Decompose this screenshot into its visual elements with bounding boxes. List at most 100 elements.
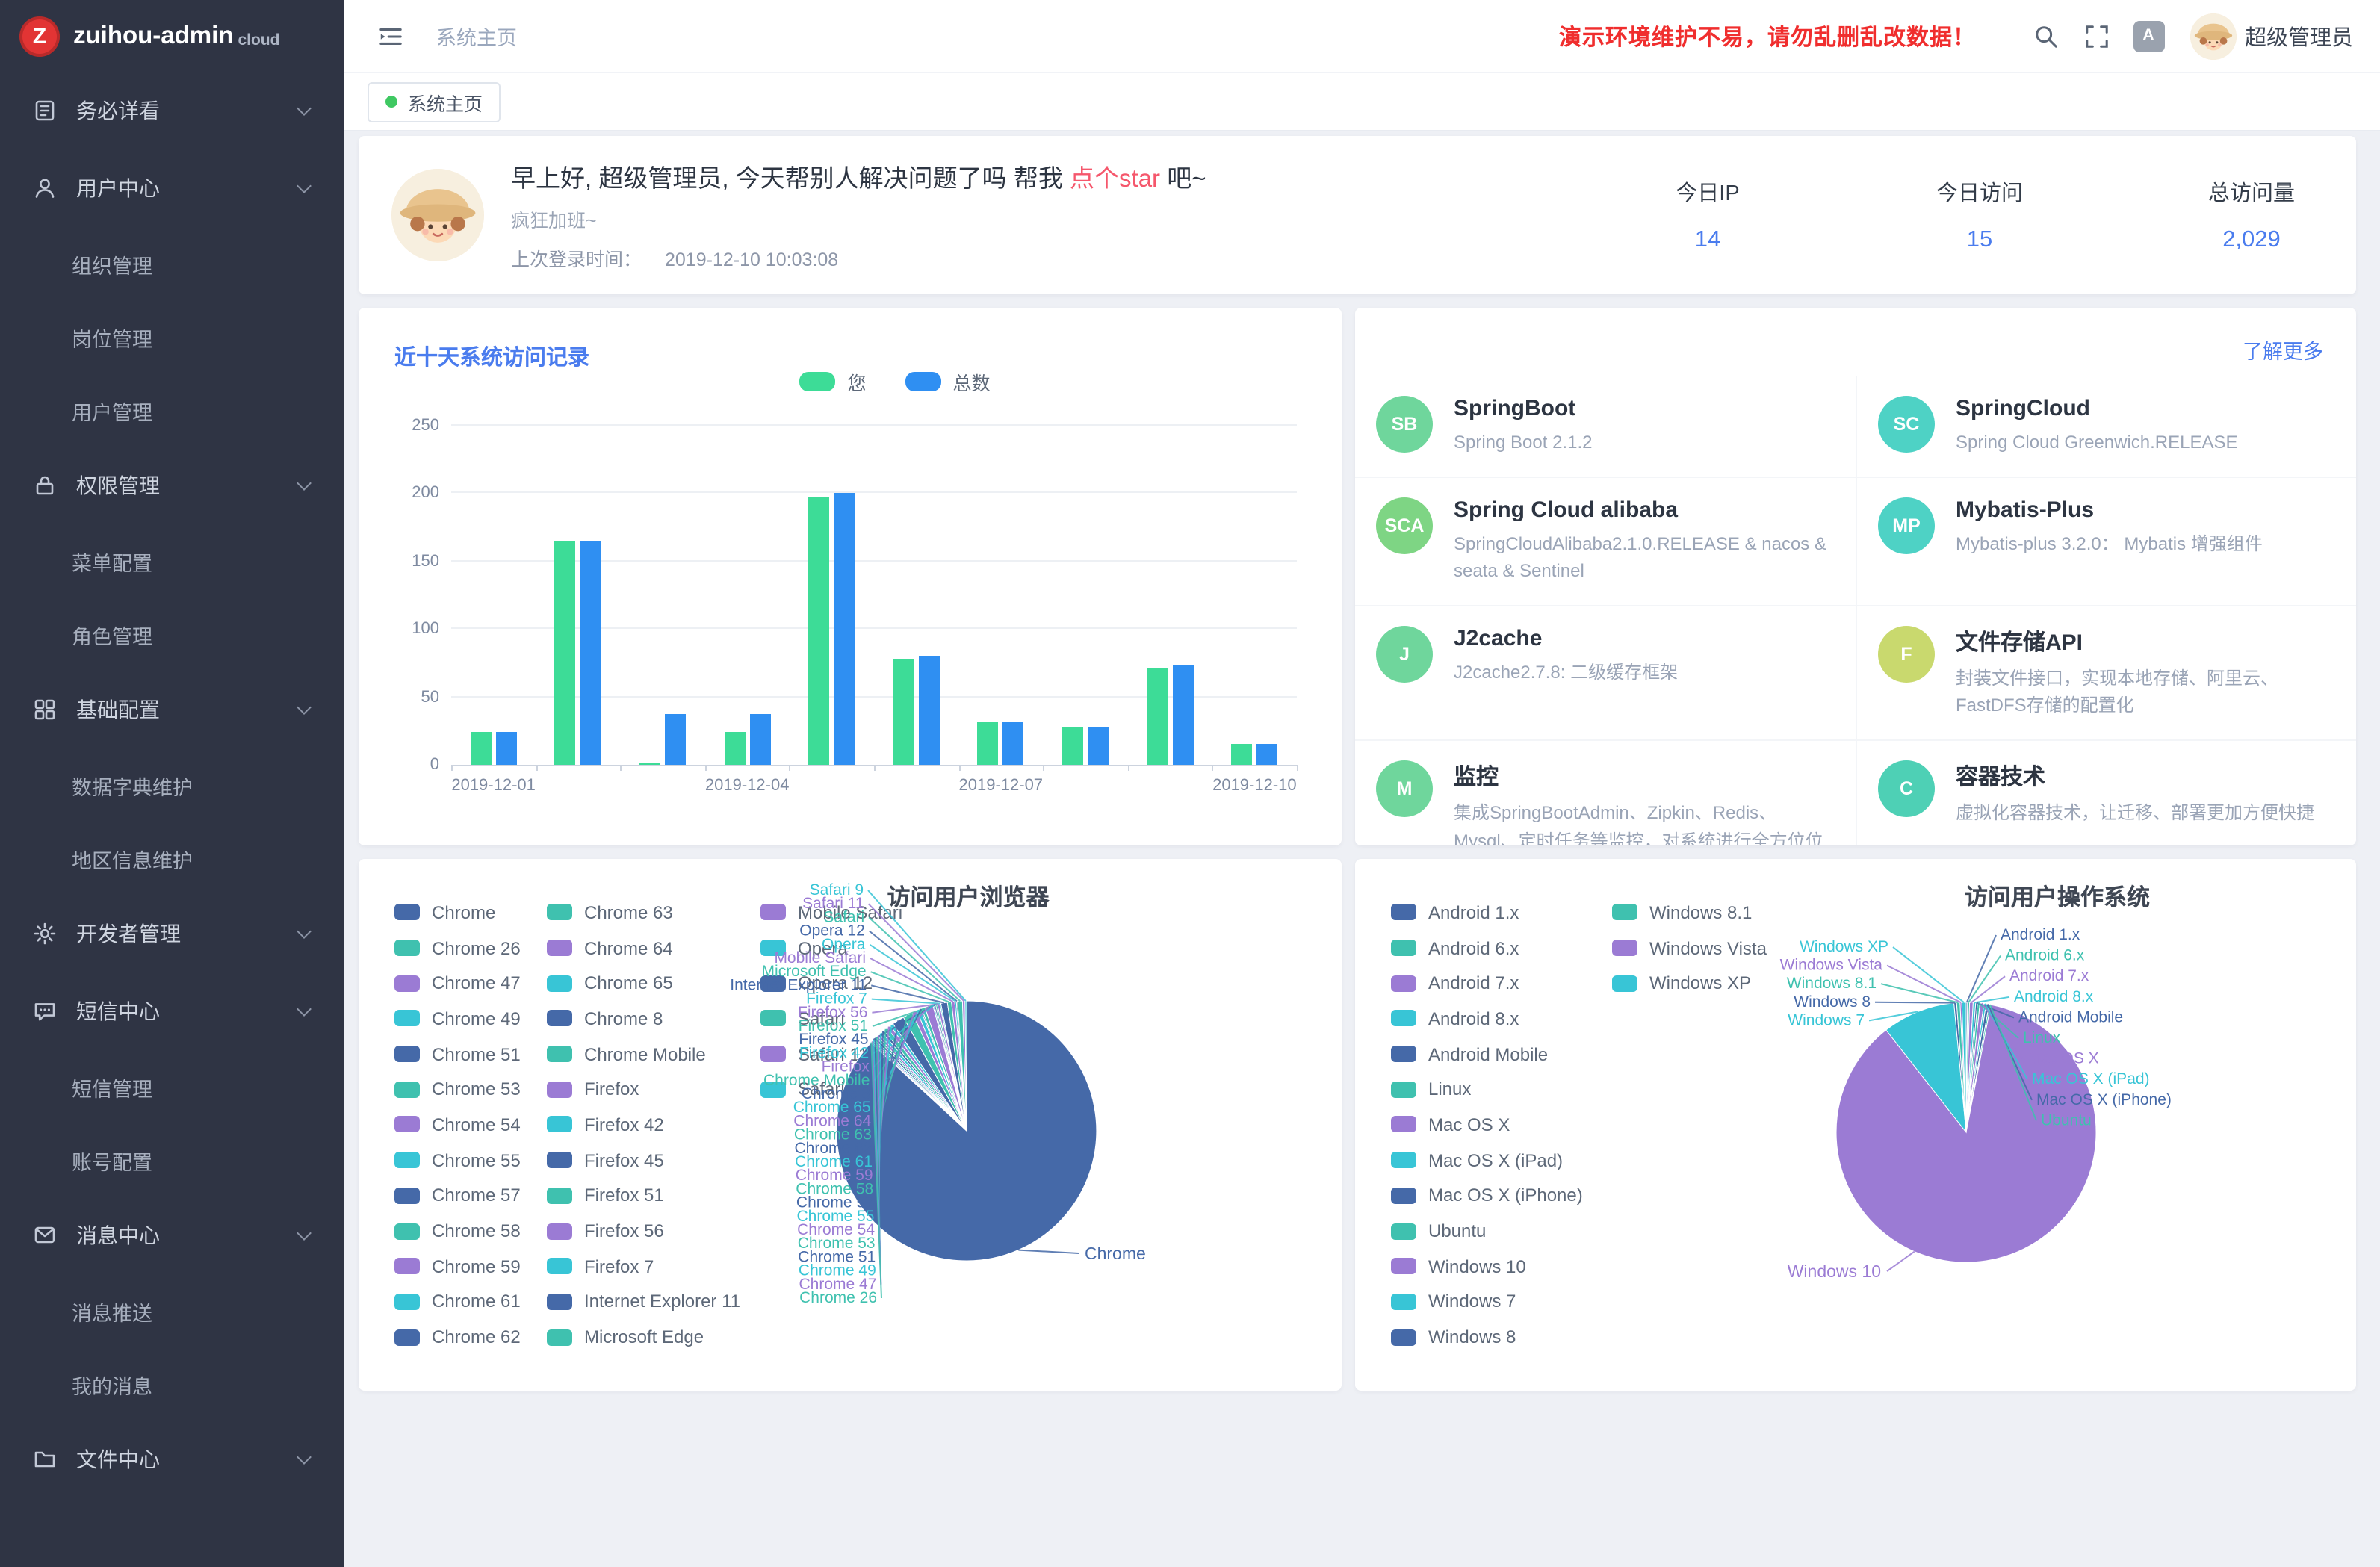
sidebar-subitem-label: 岗位管理 xyxy=(72,322,152,352)
framework-avatar: F xyxy=(1878,626,1935,683)
topbar: 系统主页 演示环境维护不易，请勿乱删乱改数据！ A xyxy=(344,0,2380,72)
avatar[interactable] xyxy=(2190,13,2236,59)
sidebar-subitem-[interactable]: 短信管理 xyxy=(0,1050,344,1123)
tabbar: 系统主页 xyxy=(344,72,2380,131)
framework-avatar: J xyxy=(1376,626,1433,683)
axis-tick xyxy=(536,765,537,771)
sidebar-item-label: 短信中心 xyxy=(76,996,299,1026)
sidebar-item-[interactable]: 开发者管理 xyxy=(0,895,344,972)
framework-title: 文件存储API xyxy=(1956,626,2329,657)
sidebar-subitem-[interactable]: 地区信息维护 xyxy=(0,822,344,895)
user-icon xyxy=(33,176,57,200)
sidebar-item-label: 务必详看 xyxy=(76,96,299,125)
bar-group xyxy=(451,426,536,765)
axis-tick xyxy=(705,765,707,771)
sidebar-subitem-[interactable]: 岗位管理 xyxy=(0,300,344,373)
framework-text: 监控集成SpringBootAdmin、Zipkin、Redis、Mysql、定… xyxy=(1454,760,1829,845)
framework-text: 文件存储API 封装文件接口，实现本地存储、阿里云、FastDFS存储的配置化 xyxy=(1956,626,2329,720)
framework-item: M监控集成SpringBootAdmin、Zipkin、Redis、Mysql、… xyxy=(1355,741,1856,845)
sidebar-item-[interactable]: 用户中心 xyxy=(0,149,344,227)
framework-item: F 文件存储API 封装文件接口，实现本地存储、阿里云、FastDFS存储的配置化 xyxy=(1856,606,2356,741)
pie-callout-label: Windows 7 xyxy=(1788,1011,1865,1028)
pie-callout-line xyxy=(1018,1250,1079,1253)
bar-yours xyxy=(808,497,829,765)
y-axis-label: 0 xyxy=(382,756,439,774)
stat-today-visits: 今日访问 15 xyxy=(1932,176,2027,254)
sidebar-subitem-[interactable]: 组织管理 xyxy=(0,227,344,300)
tab-active-dot xyxy=(385,96,397,108)
sidebar-subitem-[interactable]: 用户管理 xyxy=(0,373,344,447)
axis-tick xyxy=(620,765,622,771)
username[interactable]: 超级管理员 xyxy=(2245,20,2353,52)
last-login-time: 2019-12-10 10:03:08 xyxy=(665,249,838,270)
fullscreen-icon[interactable] xyxy=(2082,21,2112,51)
framework-title: 容器技术 xyxy=(1956,760,2314,792)
sidebar-item-[interactable]: 基础配置 xyxy=(0,671,344,748)
axis-tick xyxy=(874,765,876,771)
visits-bar-chart-card: 近十天系统访问记录 您 总数 0501001502002502019-12-01… xyxy=(359,308,1342,845)
framework-desc: SpringCloudAlibaba2.1.0.RELEASE & nacos … xyxy=(1454,530,1829,585)
greeting-suffix: 吧~ xyxy=(1160,166,1206,193)
framework-title: 监控 xyxy=(1454,760,1829,792)
sidebar-subitem-[interactable]: 消息推送 xyxy=(0,1274,344,1347)
bar-yours xyxy=(555,541,576,765)
stat-value: 14 xyxy=(1660,227,1755,254)
legend-item-yours[interactable]: 您 xyxy=(799,367,866,396)
logo[interactable]: Z zuihou-admin cloud xyxy=(0,0,344,72)
book-icon xyxy=(33,99,57,122)
framework-desc: Mybatis-plus 3.2.0： Mybatis 增强组件 xyxy=(1956,530,2263,557)
sidebar-subitem-label: 菜单配置 xyxy=(72,546,152,576)
row-1: 近十天系统访问记录 您 总数 0501001502002502019-12-01… xyxy=(359,308,2356,845)
y-axis-label: 200 xyxy=(382,485,439,503)
framework-item: SBSpringBootSpring Boot 2.1.2 xyxy=(1355,376,1856,477)
sidebar-item-[interactable]: 文件中心 xyxy=(0,1421,344,1498)
bar-yours xyxy=(471,732,492,765)
sidebar-item-[interactable]: 消息中心 xyxy=(0,1197,344,1274)
main-area: 系统主页 演示环境维护不易，请勿乱删乱改数据！ A xyxy=(344,0,2380,1567)
stat-label: 总访问量 xyxy=(2204,176,2299,208)
chevron-down-icon xyxy=(297,1225,312,1240)
legend-item-total[interactable]: 总数 xyxy=(905,367,991,396)
last-login-label: 上次登录时间： xyxy=(511,249,642,270)
sidebar-subitem-label: 地区信息维护 xyxy=(72,843,193,873)
sidebar-subitem-[interactable]: 角色管理 xyxy=(0,598,344,671)
bar-yours xyxy=(639,763,660,765)
bar-yours xyxy=(978,722,999,765)
sidebar-subitem-[interactable]: 我的消息 xyxy=(0,1347,344,1421)
pie-callout-line xyxy=(1893,947,1964,1002)
sidebar-item-[interactable]: 务必详看 xyxy=(0,72,344,149)
pie-callout-label: Android 7.x xyxy=(2009,967,2089,984)
pie-callout-label: Mac OS X xyxy=(2027,1050,2099,1067)
framework-text: Mybatis-PlusMybatis-plus 3.2.0： Mybatis … xyxy=(1956,497,2263,585)
chevron-down-icon xyxy=(297,475,312,490)
font-size-icon[interactable]: A xyxy=(2133,20,2164,52)
tab-system-home[interactable]: 系统主页 xyxy=(368,81,501,122)
sidebar-subitem-label: 用户管理 xyxy=(72,395,152,425)
menu-collapse-icon[interactable] xyxy=(375,21,405,51)
content: 早上好, 超级管理员, 今天帮别人解决问题了吗 帮我 点个star 吧~ 疯狂加… xyxy=(344,131,2380,1567)
bar-yours xyxy=(1147,667,1168,765)
framework-text: Spring Cloud alibabaSpringCloudAlibaba2.… xyxy=(1454,497,1829,585)
legend-label: 总数 xyxy=(953,367,991,396)
sidebar-subitem-[interactable]: 菜单配置 xyxy=(0,524,344,598)
y-axis-label: 150 xyxy=(382,553,439,571)
bar-total xyxy=(834,494,855,765)
sidebar-subitem-[interactable]: 数据字典维护 xyxy=(0,748,344,822)
pie-callout-line xyxy=(871,972,949,1002)
framework-grid: SBSpringBootSpring Boot 2.1.2SCSpringClo… xyxy=(1355,308,2356,845)
framework-desc: 封装文件接口，实现本地存储、阿里云、FastDFS存储的配置化 xyxy=(1956,665,2329,720)
x-axis-label: 2019-12-04 xyxy=(687,777,807,795)
learn-more-link[interactable]: 了解更多 xyxy=(2243,335,2323,364)
sidebar-item-[interactable]: 权限管理 xyxy=(0,447,344,524)
pie-callout-label: Mac OS X (iPhone) xyxy=(2036,1091,2172,1108)
pie-callout-label: Windows XP xyxy=(1800,938,1888,955)
search-icon[interactable] xyxy=(2031,21,2061,51)
star-link[interactable]: 点个star xyxy=(1070,166,1160,193)
lock-icon xyxy=(33,474,57,497)
browser-pie-card: 访问用户浏览器 ChromeChrome 26Chrome 47Chrome 4… xyxy=(359,859,1342,1391)
sidebar-subitem-[interactable]: 账号配置 xyxy=(0,1123,344,1197)
sidebar-item-[interactable]: 短信中心 xyxy=(0,972,344,1050)
axis-tick xyxy=(1297,765,1298,771)
os-pie-chart: Windows 10Windows XPWindows VistaWindows… xyxy=(1355,859,2356,1391)
framework-title: SpringBoot xyxy=(1454,396,1592,421)
